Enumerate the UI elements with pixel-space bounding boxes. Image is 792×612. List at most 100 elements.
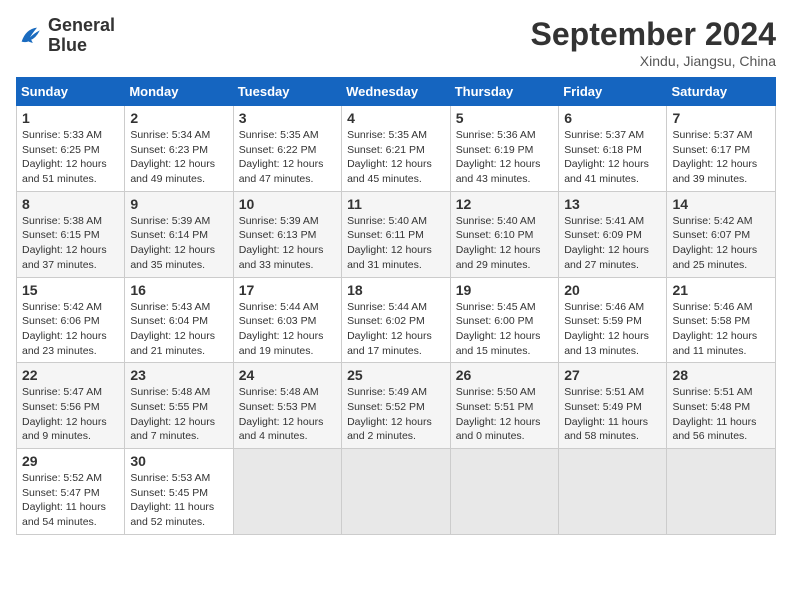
day-number: 15 xyxy=(22,282,119,298)
calendar-cell: 16 Sunrise: 5:43 AMSunset: 6:04 PMDayligh… xyxy=(125,277,233,363)
day-number: 4 xyxy=(347,110,445,126)
calendar-week-4: 22 Sunrise: 5:47 AMSunset: 5:56 PMDayligh… xyxy=(17,363,776,449)
calendar-cell: 14 Sunrise: 5:42 AMSunset: 6:07 PMDayligh… xyxy=(667,191,776,277)
logo-line2: Blue xyxy=(48,36,115,56)
day-info: Sunrise: 5:48 AMSunset: 5:53 PMDaylight:… xyxy=(239,385,336,444)
logo-bird-icon xyxy=(16,22,44,50)
day-number: 12 xyxy=(456,196,553,212)
calendar-cell: 19 Sunrise: 5:45 AMSunset: 6:00 PMDayligh… xyxy=(450,277,558,363)
day-info: Sunrise: 5:40 AMSunset: 6:10 PMDaylight:… xyxy=(456,214,553,273)
calendar-cell xyxy=(559,449,667,535)
calendar-cell: 2 Sunrise: 5:34 AMSunset: 6:23 PMDaylight… xyxy=(125,106,233,192)
day-number: 27 xyxy=(564,367,661,383)
title-block: September 2024 Xindu, Jiangsu, China xyxy=(531,16,776,69)
day-number: 5 xyxy=(456,110,553,126)
day-info: Sunrise: 5:39 AMSunset: 6:14 PMDaylight:… xyxy=(130,214,227,273)
day-number: 21 xyxy=(672,282,770,298)
calendar-cell: 21Sunrise: 5:46 AMSunset: 5:58 PMDayligh… xyxy=(667,277,776,363)
logo: General Blue xyxy=(16,16,115,56)
day-number: 29 xyxy=(22,453,119,469)
day-info: Sunrise: 5:35 AMSunset: 6:22 PMDaylight:… xyxy=(239,128,336,187)
day-info: Sunrise: 5:42 AMSunset: 6:06 PMDaylight:… xyxy=(22,300,119,359)
calendar-cell: 24 Sunrise: 5:48 AMSunset: 5:53 PMDayligh… xyxy=(233,363,341,449)
day-info: Sunrise: 5:52 AMSunset: 5:47 PMDaylight:… xyxy=(22,471,119,530)
day-info: Sunrise: 5:46 AMSunset: 5:59 PMDaylight:… xyxy=(564,300,661,359)
day-number: 26 xyxy=(456,367,553,383)
day-number: 13 xyxy=(564,196,661,212)
day-number: 7 xyxy=(672,110,770,126)
day-info: Sunrise: 5:34 AMSunset: 6:23 PMDaylight:… xyxy=(130,128,227,187)
day-info: Sunrise: 5:49 AMSunset: 5:52 PMDaylight:… xyxy=(347,385,445,444)
calendar-cell: 26 Sunrise: 5:50 AMSunset: 5:51 PMDayligh… xyxy=(450,363,558,449)
calendar-cell: 20Sunrise: 5:46 AMSunset: 5:59 PMDayligh… xyxy=(559,277,667,363)
weekday-header-monday: Monday xyxy=(125,78,233,106)
calendar-cell: 13Sunrise: 5:41 AMSunset: 6:09 PMDayligh… xyxy=(559,191,667,277)
calendar-cell: 27 Sunrise: 5:51 AMSunset: 5:49 PMDayligh… xyxy=(559,363,667,449)
calendar-cell xyxy=(667,449,776,535)
day-info: Sunrise: 5:40 AMSunset: 6:11 PMDaylight:… xyxy=(347,214,445,273)
day-info: Sunrise: 5:51 AMSunset: 5:48 PMDaylight:… xyxy=(672,385,770,444)
calendar-cell: 25 Sunrise: 5:49 AMSunset: 5:52 PMDayligh… xyxy=(342,363,451,449)
day-number: 22 xyxy=(22,367,119,383)
day-number: 3 xyxy=(239,110,336,126)
calendar-week-3: 15 Sunrise: 5:42 AMSunset: 6:06 PMDayligh… xyxy=(17,277,776,363)
calendar-header-row: SundayMondayTuesdayWednesdayThursdayFrid… xyxy=(17,78,776,106)
calendar-cell: 9 Sunrise: 5:39 AMSunset: 6:14 PMDaylight… xyxy=(125,191,233,277)
calendar-cell: 11 Sunrise: 5:40 AMSunset: 6:11 PMDayligh… xyxy=(342,191,451,277)
day-info: Sunrise: 5:43 AMSunset: 6:04 PMDaylight:… xyxy=(130,300,227,359)
calendar-cell xyxy=(233,449,341,535)
day-number: 9 xyxy=(130,196,227,212)
day-info: Sunrise: 5:44 AMSunset: 6:02 PMDaylight:… xyxy=(347,300,445,359)
logo-line1: General xyxy=(48,16,115,36)
day-info: Sunrise: 5:38 AMSunset: 6:15 PMDaylight:… xyxy=(22,214,119,273)
day-number: 18 xyxy=(347,282,445,298)
day-info: Sunrise: 5:50 AMSunset: 5:51 PMDaylight:… xyxy=(456,385,553,444)
day-number: 16 xyxy=(130,282,227,298)
day-number: 19 xyxy=(456,282,553,298)
calendar-cell: 30Sunrise: 5:53 AMSunset: 5:45 PMDayligh… xyxy=(125,449,233,535)
weekday-header-sunday: Sunday xyxy=(17,78,125,106)
calendar-cell xyxy=(450,449,558,535)
calendar-cell: 28Sunrise: 5:51 AMSunset: 5:48 PMDayligh… xyxy=(667,363,776,449)
weekday-header-saturday: Saturday xyxy=(667,78,776,106)
weekday-header-thursday: Thursday xyxy=(450,78,558,106)
day-number: 11 xyxy=(347,196,445,212)
day-number: 2 xyxy=(130,110,227,126)
calendar-body: 1 Sunrise: 5:33 AMSunset: 6:25 PMDaylight… xyxy=(17,106,776,535)
day-info: Sunrise: 5:47 AMSunset: 5:56 PMDaylight:… xyxy=(22,385,119,444)
day-info: Sunrise: 5:44 AMSunset: 6:03 PMDaylight:… xyxy=(239,300,336,359)
day-info: Sunrise: 5:37 AMSunset: 6:17 PMDaylight:… xyxy=(672,128,770,187)
calendar-cell: 4Sunrise: 5:35 AMSunset: 6:21 PMDaylight… xyxy=(342,106,451,192)
calendar-cell: 12 Sunrise: 5:40 AMSunset: 6:10 PMDayligh… xyxy=(450,191,558,277)
day-info: Sunrise: 5:42 AMSunset: 6:07 PMDaylight:… xyxy=(672,214,770,273)
day-number: 24 xyxy=(239,367,336,383)
day-number: 17 xyxy=(239,282,336,298)
calendar-week-2: 8 Sunrise: 5:38 AMSunset: 6:15 PMDaylight… xyxy=(17,191,776,277)
day-info: Sunrise: 5:48 AMSunset: 5:55 PMDaylight:… xyxy=(130,385,227,444)
calendar-cell: 1 Sunrise: 5:33 AMSunset: 6:25 PMDaylight… xyxy=(17,106,125,192)
calendar-cell xyxy=(342,449,451,535)
day-number: 10 xyxy=(239,196,336,212)
day-number: 8 xyxy=(22,196,119,212)
calendar-cell: 29 Sunrise: 5:52 AMSunset: 5:47 PMDayligh… xyxy=(17,449,125,535)
calendar-cell: 5 Sunrise: 5:36 AMSunset: 6:19 PMDaylight… xyxy=(450,106,558,192)
calendar-cell: 8 Sunrise: 5:38 AMSunset: 6:15 PMDaylight… xyxy=(17,191,125,277)
day-number: 14 xyxy=(672,196,770,212)
calendar-table: SundayMondayTuesdayWednesdayThursdayFrid… xyxy=(16,77,776,535)
day-info: Sunrise: 5:37 AMSunset: 6:18 PMDaylight:… xyxy=(564,128,661,187)
calendar-cell: 6Sunrise: 5:37 AMSunset: 6:18 PMDaylight… xyxy=(559,106,667,192)
day-info: Sunrise: 5:39 AMSunset: 6:13 PMDaylight:… xyxy=(239,214,336,273)
day-info: Sunrise: 5:45 AMSunset: 6:00 PMDaylight:… xyxy=(456,300,553,359)
calendar-cell: 3 Sunrise: 5:35 AMSunset: 6:22 PMDaylight… xyxy=(233,106,341,192)
day-number: 23 xyxy=(130,367,227,383)
day-number: 1 xyxy=(22,110,119,126)
day-info: Sunrise: 5:36 AMSunset: 6:19 PMDaylight:… xyxy=(456,128,553,187)
day-info: Sunrise: 5:51 AMSunset: 5:49 PMDaylight:… xyxy=(564,385,661,444)
day-info: Sunrise: 5:33 AMSunset: 6:25 PMDaylight:… xyxy=(22,128,119,187)
day-info: Sunrise: 5:53 AMSunset: 5:45 PMDaylight:… xyxy=(130,471,227,530)
calendar-cell: 23 Sunrise: 5:48 AMSunset: 5:55 PMDayligh… xyxy=(125,363,233,449)
calendar-cell: 17 Sunrise: 5:44 AMSunset: 6:03 PMDayligh… xyxy=(233,277,341,363)
day-number: 25 xyxy=(347,367,445,383)
calendar-cell: 18 Sunrise: 5:44 AMSunset: 6:02 PMDayligh… xyxy=(342,277,451,363)
weekday-header-friday: Friday xyxy=(559,78,667,106)
